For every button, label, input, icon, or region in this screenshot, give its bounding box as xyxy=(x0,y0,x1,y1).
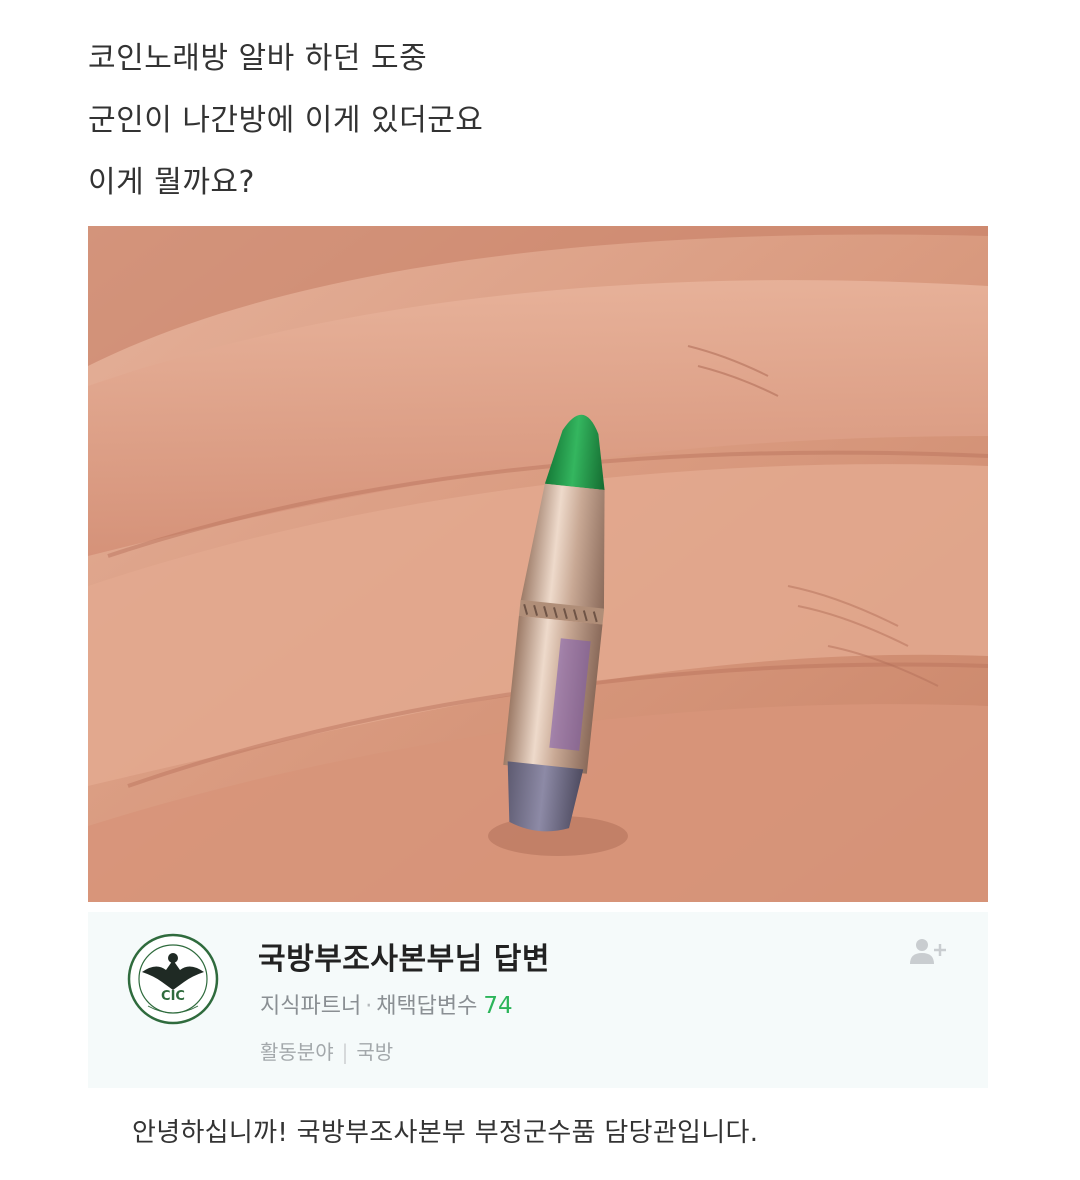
adopted-label: 채택답변수 xyxy=(376,994,478,1019)
field-label: 활동분야 xyxy=(260,1040,334,1064)
author-meta: 지식파트너 · 채택답변수 74 xyxy=(260,988,513,1020)
add-friend-icon[interactable] xyxy=(908,936,948,966)
answer-card: CIC 국방부조사본부님 답변 지식파트너 · 채택답변수 74 활동분야 | 국방 xyxy=(88,912,988,1088)
cic-eagle-emblem-icon: CIC xyxy=(126,932,220,1026)
question-line-1: 코인노래방 알바 하던 도중 xyxy=(88,41,428,76)
partner-badge: 지식파트너 xyxy=(260,994,362,1019)
meta-separator: · xyxy=(365,994,373,1019)
question-text: 코인노래방 알바 하던 도중 군인이 나간방에 이게 있더군요 이게 뭘까요? xyxy=(88,28,988,214)
field-separator: | xyxy=(341,1040,349,1064)
emblem-text: CIC xyxy=(161,989,185,1004)
answer-author-title[interactable]: 국방부조사본부님 답변 xyxy=(258,934,550,978)
field-value: 국방 xyxy=(356,1040,394,1064)
adopted-count: 74 xyxy=(483,993,513,1019)
question-line-2: 군인이 나간방에 이게 있더군요 xyxy=(88,103,484,138)
bullet-photo xyxy=(88,226,988,902)
answer-greeting: 안녕하십니까! 국방부조사본부 부정군수품 담당관입니다. xyxy=(132,1118,759,1148)
activity-field: 활동분야 | 국방 xyxy=(260,1036,393,1065)
post-page: 코인노래방 알바 하던 도중 군인이 나간방에 이게 있더군요 이게 뭘까요? xyxy=(0,0,1080,1180)
question-line-3: 이게 뭘까요? xyxy=(88,165,255,200)
